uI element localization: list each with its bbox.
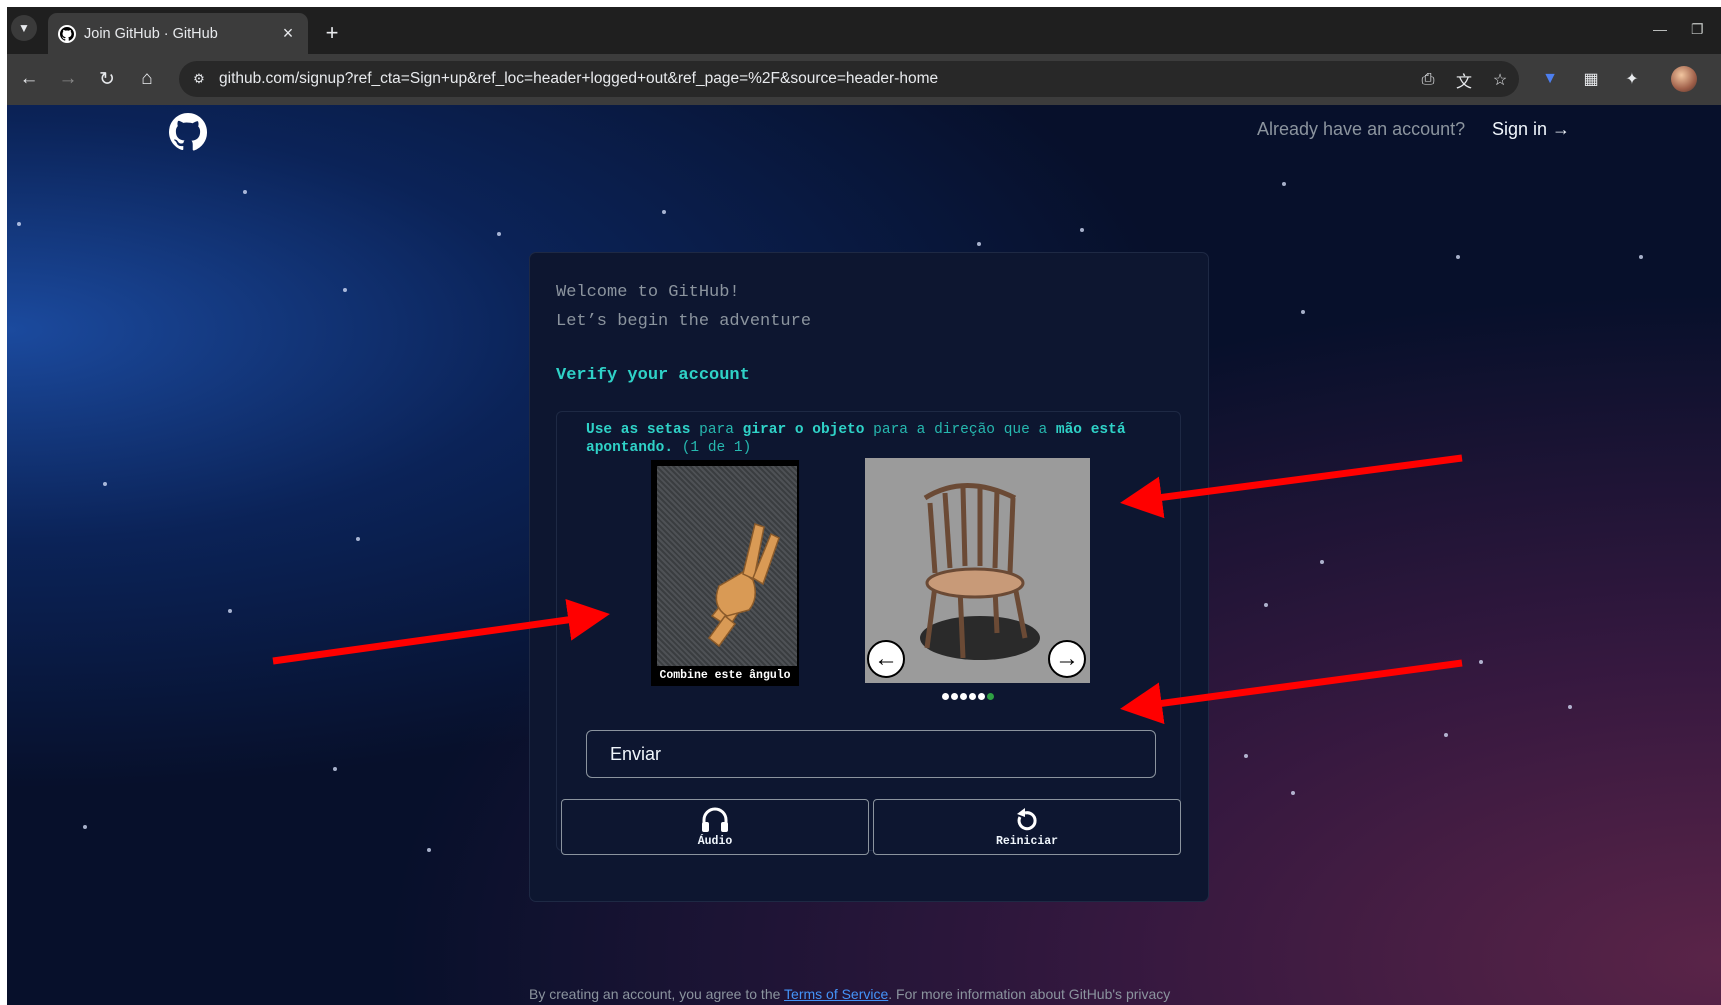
star — [243, 190, 247, 194]
progress-dot — [951, 693, 958, 700]
instruction-part: para — [699, 422, 734, 438]
install-app-icon[interactable]: ⎙ — [1417, 69, 1439, 91]
restart-icon — [1017, 807, 1037, 830]
signup-card: Welcome to GitHub! Let’s begin the adven… — [529, 252, 1209, 902]
github-logo-icon[interactable] — [169, 113, 207, 151]
star — [1301, 310, 1305, 314]
footer-text-after: . For more information about GitHub's pr… — [888, 986, 1171, 1002]
terms-footer: By creating an account, you agree to the… — [529, 986, 1170, 1002]
browser-chrome: ▼ Join GitHub · GitHub × + — ❐ ← → ↻ ⌂ ⚙… — [7, 7, 1721, 105]
url-text: github.com/signup?ref_cta=Sign+up&ref_lo… — [219, 70, 939, 87]
instruction-part: girar o objeto — [742, 422, 865, 438]
welcome-subheading: Let’s begin the adventure — [556, 312, 812, 331]
tab-search-icon[interactable]: ▼ — [11, 15, 37, 41]
minimize-icon[interactable]: — — [1653, 21, 1667, 37]
progress-dot — [987, 693, 994, 700]
star — [17, 222, 21, 226]
extension-grid-icon[interactable]: ▦ — [1579, 67, 1603, 91]
reload-icon[interactable]: ↻ — [93, 65, 121, 93]
star — [1479, 660, 1483, 664]
star — [1568, 705, 1572, 709]
tab-strip: ▼ Join GitHub · GitHub × + — ❐ — [7, 7, 1721, 54]
restore-icon[interactable]: ❐ — [1691, 21, 1704, 38]
instruction-part: para a direção que a — [873, 422, 1048, 438]
star — [228, 609, 232, 613]
restart-button[interactable]: Reiniciar — [873, 799, 1181, 855]
hand-caption: Combine este ângulo — [659, 669, 791, 682]
audio-button[interactable]: Áudio — [561, 799, 869, 855]
signup-page: Already have an account? Sign in → Welco… — [7, 105, 1721, 1005]
submit-button[interactable]: Enviar — [586, 730, 1156, 778]
captcha-frame: Use as setas para girar o objeto para a … — [556, 411, 1181, 855]
progress-dot — [942, 693, 949, 700]
tab-join-github[interactable]: Join GitHub · GitHub × — [48, 13, 308, 54]
progress-dot — [960, 693, 967, 700]
sign-in-link[interactable]: Sign in → — [1492, 119, 1570, 140]
star — [1291, 791, 1295, 795]
audio-label: Áudio — [697, 834, 733, 848]
welcome-heading: Welcome to GitHub! — [556, 283, 740, 302]
instruction-counter: (1 de 1) — [681, 440, 752, 456]
footer-text: By creating an account, you agree to the — [529, 986, 781, 1002]
translate-icon[interactable]: 文 — [1453, 69, 1475, 91]
star — [343, 288, 347, 292]
star — [1282, 182, 1286, 186]
verify-account-title: Verify your account — [556, 366, 750, 385]
github-favicon-icon — [58, 24, 76, 43]
star — [1264, 603, 1268, 607]
bookmark-star-icon[interactable]: ☆ — [1489, 69, 1511, 91]
extensions-puzzle-icon[interactable]: ✦ — [1620, 67, 1644, 91]
profile-avatar[interactable] — [1671, 66, 1697, 92]
rotate-left-button[interactable]: ← — [867, 640, 905, 678]
star — [333, 767, 337, 771]
star — [497, 232, 501, 236]
star — [83, 825, 87, 829]
home-icon[interactable]: ⌂ — [133, 65, 161, 93]
star — [1444, 733, 1448, 737]
star — [1320, 560, 1324, 564]
star — [1639, 255, 1643, 259]
restart-label: Reiniciar — [995, 834, 1059, 848]
progress-dots — [942, 693, 994, 700]
star — [103, 482, 107, 486]
site-info-icon[interactable]: ⚙ — [189, 69, 209, 89]
terms-of-service-link[interactable]: Terms of Service — [784, 986, 888, 1002]
extension-shield-icon[interactable]: ▼ — [1538, 67, 1562, 91]
browser-toolbar: ← → ↻ ⌂ ⚙ github.com/signup?ref_cta=Sign… — [7, 54, 1721, 105]
back-icon[interactable]: ← — [15, 65, 43, 93]
hand-pointing-image — [657, 466, 797, 666]
star — [662, 210, 666, 214]
instruction-part: mão — [1055, 422, 1083, 438]
star — [427, 848, 431, 852]
rotatable-object-image: ← → — [865, 458, 1090, 683]
captcha-instruction: Use as setas para girar o objeto para a … — [586, 421, 1156, 457]
star — [1080, 228, 1084, 232]
new-tab-icon[interactable]: + — [319, 20, 345, 46]
forward-icon[interactable]: → — [54, 65, 82, 93]
already-have-account-text: Already have an account? — [1257, 119, 1466, 139]
star — [356, 537, 360, 541]
progress-dot — [969, 693, 976, 700]
headphones-icon — [702, 807, 728, 832]
star — [1456, 255, 1460, 259]
address-bar[interactable]: ⚙ github.com/signup?ref_cta=Sign+up&ref_… — [179, 61, 1519, 97]
star — [1244, 754, 1248, 758]
tab-title: Join GitHub · GitHub — [84, 25, 218, 42]
instruction-part: Use as setas — [586, 422, 691, 438]
tab-close-icon[interactable]: × — [278, 23, 298, 44]
progress-dot — [978, 693, 985, 700]
rotate-right-button[interactable]: → — [1048, 640, 1086, 678]
star — [977, 242, 981, 246]
reference-hand-image: Combine este ângulo — [651, 460, 799, 686]
